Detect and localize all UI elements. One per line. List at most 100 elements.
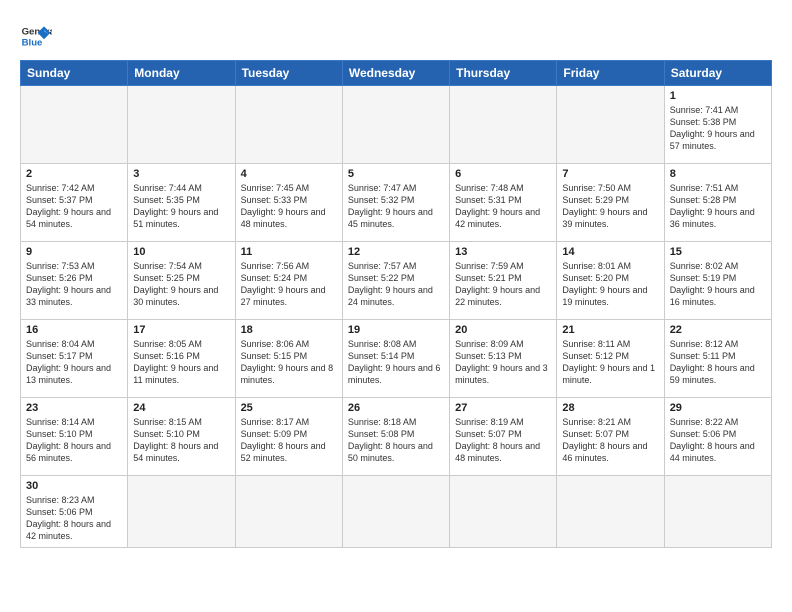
day-number: 6	[455, 168, 551, 180]
calendar-cell	[21, 86, 128, 164]
calendar-cell: 1 Sunrise: 7:41 AMSunset: 5:38 PMDaylight…	[664, 86, 771, 164]
day-info: Sunrise: 8:06 AMSunset: 5:15 PMDaylight:…	[241, 338, 337, 387]
calendar-cell: 3 Sunrise: 7:44 AMSunset: 5:35 PMDaylight…	[128, 164, 235, 242]
day-number: 12	[348, 246, 444, 258]
weekday-header-monday: Monday	[128, 61, 235, 86]
calendar-cell: 11Sunrise: 7:56 AMSunset: 5:24 PMDayligh…	[235, 242, 342, 320]
day-number: 9	[26, 246, 122, 258]
day-number: 29	[670, 402, 766, 414]
weekday-header-tuesday: Tuesday	[235, 61, 342, 86]
svg-text:Blue: Blue	[22, 38, 43, 49]
calendar-cell	[664, 476, 771, 548]
day-info: Sunrise: 8:11 AMSunset: 5:12 PMDaylight:…	[562, 338, 658, 387]
weekday-header-row: SundayMondayTuesdayWednesdayThursdayFrid…	[21, 61, 772, 86]
day-info: Sunrise: 7:47 AMSunset: 5:32 PMDaylight:…	[348, 182, 444, 231]
day-number: 14	[562, 246, 658, 258]
calendar-table: SundayMondayTuesdayWednesdayThursdayFrid…	[20, 60, 772, 548]
day-info: Sunrise: 7:53 AMSunset: 5:26 PMDaylight:…	[26, 260, 122, 309]
day-number: 2	[26, 168, 122, 180]
calendar-cell: 27 Sunrise: 8:19 AMSunset: 5:07 PMDayligh…	[450, 398, 557, 476]
calendar-cell	[128, 476, 235, 548]
day-number: 23	[26, 402, 122, 414]
day-info: Sunrise: 8:23 AMSunset: 5:06 PMDaylight:…	[26, 494, 122, 543]
calendar-cell: 8 Sunrise: 7:51 AMSunset: 5:28 PMDaylight…	[664, 164, 771, 242]
calendar-cell	[557, 476, 664, 548]
day-number: 5	[348, 168, 444, 180]
generalblue-logo-icon: General Blue	[20, 20, 52, 52]
calendar-week-row: 16 Sunrise: 8:04 AMSunset: 5:17 PMDayligh…	[21, 320, 772, 398]
calendar-cell: 2 Sunrise: 7:42 AMSunset: 5:37 PMDaylight…	[21, 164, 128, 242]
day-info: Sunrise: 8:04 AMSunset: 5:17 PMDaylight:…	[26, 338, 122, 387]
day-info: Sunrise: 7:59 AMSunset: 5:21 PMDaylight:…	[455, 260, 551, 309]
day-info: Sunrise: 8:14 AMSunset: 5:10 PMDaylight:…	[26, 416, 122, 465]
calendar-cell: 24 Sunrise: 8:15 AMSunset: 5:10 PMDayligh…	[128, 398, 235, 476]
day-number: 16	[26, 324, 122, 336]
day-info: Sunrise: 8:05 AMSunset: 5:16 PMDaylight:…	[133, 338, 229, 387]
day-info: Sunrise: 7:54 AMSunset: 5:25 PMDaylight:…	[133, 260, 229, 309]
day-info: Sunrise: 7:45 AMSunset: 5:33 PMDaylight:…	[241, 182, 337, 231]
calendar-cell	[557, 86, 664, 164]
day-info: Sunrise: 8:02 AMSunset: 5:19 PMDaylight:…	[670, 260, 766, 309]
day-info: Sunrise: 8:08 AMSunset: 5:14 PMDaylight:…	[348, 338, 444, 387]
day-info: Sunrise: 8:22 AMSunset: 5:06 PMDaylight:…	[670, 416, 766, 465]
calendar-cell: 6Sunrise: 7:48 AMSunset: 5:31 PMDaylight…	[450, 164, 557, 242]
day-info: Sunrise: 7:42 AMSunset: 5:37 PMDaylight:…	[26, 182, 122, 231]
day-number: 3	[133, 168, 229, 180]
calendar-cell: 15 Sunrise: 8:02 AMSunset: 5:19 PMDayligh…	[664, 242, 771, 320]
day-number: 22	[670, 324, 766, 336]
calendar-cell: 28 Sunrise: 8:21 AMSunset: 5:07 PMDayligh…	[557, 398, 664, 476]
calendar-cell: 18 Sunrise: 8:06 AMSunset: 5:15 PMDayligh…	[235, 320, 342, 398]
weekday-header-thursday: Thursday	[450, 61, 557, 86]
day-number: 8	[670, 168, 766, 180]
day-info: Sunrise: 8:01 AMSunset: 5:20 PMDaylight:…	[562, 260, 658, 309]
page: General Blue SundayMondayTuesdayWednesda…	[0, 0, 792, 558]
calendar-cell: 21Sunrise: 8:11 AMSunset: 5:12 PMDayligh…	[557, 320, 664, 398]
day-number: 4	[241, 168, 337, 180]
calendar-cell	[450, 86, 557, 164]
calendar-cell: 12 Sunrise: 7:57 AMSunset: 5:22 PMDayligh…	[342, 242, 449, 320]
calendar-cell: 22 Sunrise: 8:12 AMSunset: 5:11 PMDayligh…	[664, 320, 771, 398]
calendar-cell: 14 Sunrise: 8:01 AMSunset: 5:20 PMDayligh…	[557, 242, 664, 320]
calendar-cell	[450, 476, 557, 548]
calendar-week-row: 23 Sunrise: 8:14 AMSunset: 5:10 PMDayligh…	[21, 398, 772, 476]
day-info: Sunrise: 7:44 AMSunset: 5:35 PMDaylight:…	[133, 182, 229, 231]
day-number: 27	[455, 402, 551, 414]
calendar-cell: 13 Sunrise: 7:59 AMSunset: 5:21 PMDayligh…	[450, 242, 557, 320]
day-number: 11	[241, 246, 337, 258]
day-number: 25	[241, 402, 337, 414]
calendar-cell	[342, 476, 449, 548]
weekday-header-wednesday: Wednesday	[342, 61, 449, 86]
day-info: Sunrise: 7:57 AMSunset: 5:22 PMDaylight:…	[348, 260, 444, 309]
day-info: Sunrise: 8:19 AMSunset: 5:07 PMDaylight:…	[455, 416, 551, 465]
day-number: 24	[133, 402, 229, 414]
day-number: 30	[26, 480, 122, 492]
calendar-cell	[235, 476, 342, 548]
calendar-week-row: 9 Sunrise: 7:53 AMSunset: 5:26 PMDaylight…	[21, 242, 772, 320]
day-number: 15	[670, 246, 766, 258]
day-info: Sunrise: 8:18 AMSunset: 5:08 PMDaylight:…	[348, 416, 444, 465]
day-info: Sunrise: 8:15 AMSunset: 5:10 PMDaylight:…	[133, 416, 229, 465]
calendar-cell: 4 Sunrise: 7:45 AMSunset: 5:33 PMDaylight…	[235, 164, 342, 242]
weekday-header-sunday: Sunday	[21, 61, 128, 86]
calendar-cell: 19Sunrise: 8:08 AMSunset: 5:14 PMDayligh…	[342, 320, 449, 398]
calendar-week-row: 2 Sunrise: 7:42 AMSunset: 5:37 PMDaylight…	[21, 164, 772, 242]
day-info: Sunrise: 7:50 AMSunset: 5:29 PMDaylight:…	[562, 182, 658, 231]
calendar-cell: 16 Sunrise: 8:04 AMSunset: 5:17 PMDayligh…	[21, 320, 128, 398]
day-number: 13	[455, 246, 551, 258]
day-number: 1	[670, 90, 766, 102]
calendar-cell: 9 Sunrise: 7:53 AMSunset: 5:26 PMDaylight…	[21, 242, 128, 320]
day-number: 18	[241, 324, 337, 336]
calendar-week-row: 30 Sunrise: 8:23 AMSunset: 5:06 PMDayligh…	[21, 476, 772, 548]
day-info: Sunrise: 8:21 AMSunset: 5:07 PMDaylight:…	[562, 416, 658, 465]
calendar-cell: 25Sunrise: 8:17 AMSunset: 5:09 PMDayligh…	[235, 398, 342, 476]
weekday-header-saturday: Saturday	[664, 61, 771, 86]
calendar-cell: 17Sunrise: 8:05 AMSunset: 5:16 PMDayligh…	[128, 320, 235, 398]
calendar-cell: 29 Sunrise: 8:22 AMSunset: 5:06 PMDayligh…	[664, 398, 771, 476]
calendar-cell: 10Sunrise: 7:54 AMSunset: 5:25 PMDayligh…	[128, 242, 235, 320]
day-info: Sunrise: 8:12 AMSunset: 5:11 PMDaylight:…	[670, 338, 766, 387]
day-number: 28	[562, 402, 658, 414]
day-info: Sunrise: 7:51 AMSunset: 5:28 PMDaylight:…	[670, 182, 766, 231]
calendar-cell: 30 Sunrise: 8:23 AMSunset: 5:06 PMDayligh…	[21, 476, 128, 548]
calendar-cell: 7Sunrise: 7:50 AMSunset: 5:29 PMDaylight…	[557, 164, 664, 242]
day-info: Sunrise: 7:41 AMSunset: 5:38 PMDaylight:…	[670, 104, 766, 153]
